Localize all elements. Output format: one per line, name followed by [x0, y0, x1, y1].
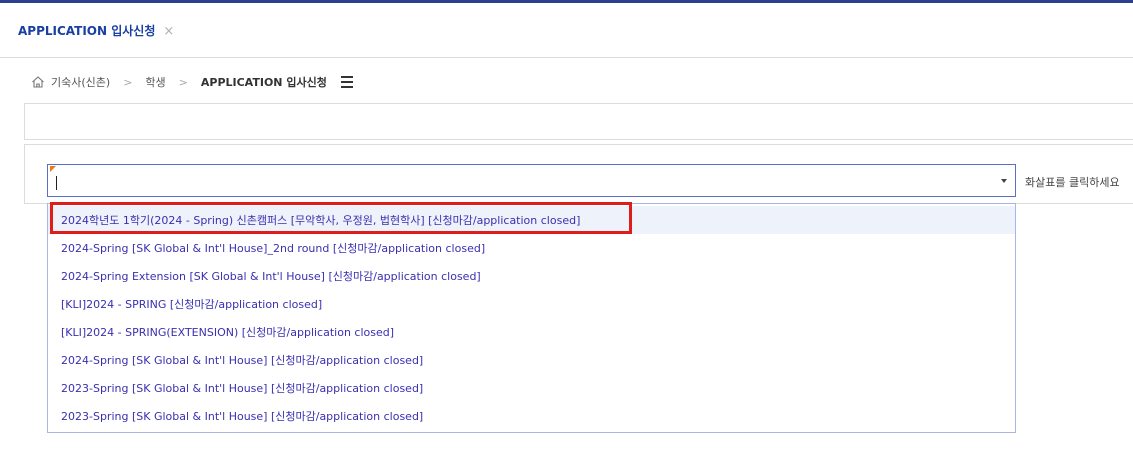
- breadcrumb-current: APPLICATION 입사신청: [200, 76, 327, 89]
- hamburger-menu-icon[interactable]: [340, 76, 353, 88]
- tab-bar: APPLICATION 입사신청 ×: [0, 3, 1133, 58]
- application-period-select[interactable]: [47, 164, 1016, 197]
- dropdown-option[interactable]: [KLI]2024 - SPRING(EXTENSION) [신청마감/appl…: [48, 318, 1015, 346]
- dropdown-option[interactable]: 2024-Spring [SK Global & Int'l House] [신…: [48, 346, 1015, 374]
- breadcrumb-item-dormitory[interactable]: 기숙사(신촌): [51, 74, 110, 90]
- dropdown-list: 2024학년도 1학기(2024 - Spring) 신촌캠퍼스 [무악학사, …: [47, 203, 1016, 433]
- text-caret: [56, 176, 57, 190]
- dropdown-option[interactable]: 2023-Spring [SK Global & Int'l House] [신…: [48, 374, 1015, 402]
- breadcrumb: 기숙사(신촌) > 학생 > APPLICATION 입사신청: [31, 71, 353, 93]
- dropdown-option[interactable]: 2023-Spring [SK Global & Int'l House] [신…: [48, 402, 1015, 430]
- dropdown-option[interactable]: 2024-Spring Extension [SK Global & Int'l…: [48, 262, 1015, 290]
- home-icon[interactable]: [31, 75, 45, 89]
- breadcrumb-separator: >: [123, 75, 133, 89]
- breadcrumb-separator: >: [178, 75, 188, 89]
- close-icon[interactable]: ×: [163, 25, 174, 38]
- select-hint: 화살표를 클릭하세요: [1025, 176, 1120, 189]
- tab-label: APPLICATION 입사신청: [18, 24, 156, 38]
- dropdown-option[interactable]: [KLI]2024 - SPRING [신청마감/application clo…: [48, 290, 1015, 318]
- search-panel: [24, 103, 1133, 140]
- required-marker-icon: [50, 166, 56, 172]
- breadcrumb-item-student[interactable]: 학생: [145, 74, 165, 90]
- tab-application[interactable]: APPLICATION 입사신청 ×: [18, 3, 174, 58]
- dropdown-option[interactable]: 2024-Spring [SK Global & Int'l House]_2n…: [48, 234, 1015, 262]
- dropdown-arrow-icon[interactable]: [1001, 179, 1007, 183]
- dropdown-option[interactable]: 2024학년도 1학기(2024 - Spring) 신촌캠퍼스 [무악학사, …: [48, 206, 1015, 234]
